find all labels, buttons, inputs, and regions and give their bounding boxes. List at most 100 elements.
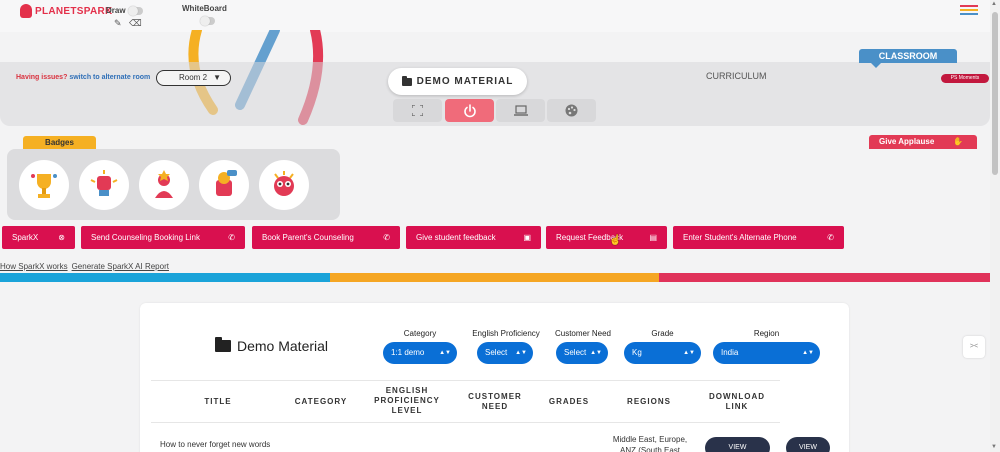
region-value: India	[721, 348, 739, 357]
document-icon: ▤	[649, 233, 657, 242]
send-counseling-label: Send Counseling Booking Link	[91, 233, 200, 242]
sparkx-label: SparkX	[12, 233, 39, 242]
table-top-border	[151, 380, 780, 381]
give-student-feedback-label: Give student feedback	[416, 233, 496, 242]
eraser-icon[interactable]: ⌫	[129, 18, 142, 29]
category-select[interactable]: 1:1 demo ▲▼	[383, 342, 457, 364]
curriculum-label[interactable]: CURRICULUM	[706, 71, 767, 81]
demo-material-title: Demo Material	[215, 337, 329, 354]
updown-icon: ▲▼	[590, 350, 602, 356]
table-header-border	[151, 422, 780, 423]
fist-badge[interactable]	[79, 160, 129, 210]
demo-material-label: DEMO MATERIAL	[416, 76, 514, 87]
lightbulb-icon	[216, 170, 237, 196]
folder-icon	[215, 337, 231, 352]
alternate-phone-button[interactable]: Enter Student's Alternate Phone ✆	[673, 226, 844, 249]
customer-need-select[interactable]: Select ▲▼	[556, 342, 608, 364]
grade-select[interactable]: Kg ▲▼	[624, 342, 701, 364]
column-title: TITLE	[204, 397, 232, 406]
clap-icon: ✋	[953, 137, 963, 146]
region-select[interactable]: India ▲▼	[713, 342, 820, 364]
grade-value: Kg	[632, 348, 642, 357]
view-button-2[interactable]: VIEW	[786, 437, 830, 452]
generate-report-link[interactable]: Generate SparkX AI Report	[72, 262, 169, 271]
view-button[interactable]: VIEW	[705, 437, 770, 452]
planetspark-logo[interactable]: PLANETSPARK	[20, 4, 113, 18]
scroll-thumb[interactable]	[992, 12, 998, 175]
view-button-label: VIEW	[728, 444, 747, 451]
classroom-tab[interactable]: CLASSROOM	[859, 49, 957, 68]
menu-line	[960, 9, 978, 11]
owl-badge[interactable]	[259, 160, 309, 210]
caret-down-icon: ▼	[213, 73, 221, 82]
pencil-icon[interactable]: ✎	[114, 18, 122, 29]
stripe-red	[659, 273, 990, 282]
power-icon	[463, 103, 476, 117]
logo-mark-icon	[20, 4, 32, 18]
customer-need-label: Customer Need	[554, 329, 612, 338]
issues-text: Having issues?	[16, 74, 68, 81]
whiteboard-toggle[interactable]	[200, 16, 215, 26]
how-sparkx-works-link[interactable]: How SparkX works	[0, 262, 68, 271]
customer-need-value: Select	[564, 348, 587, 357]
screen-share-button[interactable]	[496, 99, 545, 122]
scroll-up-icon[interactable]: ▲	[991, 1, 997, 7]
trophy-badge[interactable]	[19, 160, 69, 210]
row-title: How to never forget new words	[160, 440, 271, 449]
phone-icon: ✆	[228, 233, 235, 242]
category-value: 1:1 demo	[391, 348, 425, 357]
english-proficiency-select[interactable]: Select ▲▼	[477, 342, 533, 364]
book-parent-counseling-button[interactable]: Book Parent's Counseling ✆	[252, 226, 400, 249]
request-feedback-button[interactable]: Request Feedback ▤	[546, 226, 667, 249]
fullscreen-icon	[412, 105, 423, 116]
scroll-down-icon[interactable]: ▼	[991, 444, 997, 450]
demo-material-button[interactable]: DEMO MATERIAL	[388, 68, 527, 95]
page-scrollbar[interactable]: ▲ ▼	[990, 0, 1000, 452]
updown-icon: ▲▼	[515, 350, 527, 356]
column-grades: GRADES	[548, 397, 590, 406]
stripe-blue	[0, 273, 330, 282]
menu-line	[960, 5, 978, 7]
row-regions: Middle East, Europe, ANZ (South East	[612, 435, 688, 452]
theme-button[interactable]	[547, 99, 596, 122]
close-circle-icon: ⊗	[58, 233, 65, 242]
room-select[interactable]: Room 2 ▼	[156, 70, 231, 86]
draw-toggle[interactable]	[128, 6, 143, 16]
menu-line	[960, 13, 978, 15]
logo-text: PLANETSPARK	[35, 5, 113, 17]
menu-icon[interactable]	[960, 5, 978, 15]
issues-notice: Having issues? switch to alternate room	[16, 74, 150, 81]
stripe-orange	[330, 273, 659, 282]
region-label: Region	[753, 329, 780, 338]
send-counseling-link-button[interactable]: Send Counseling Booking Link ✆	[81, 226, 245, 249]
demo-material-card	[140, 303, 849, 452]
sparkx-links: How SparkX works Generate SparkX AI Repor…	[0, 262, 173, 271]
end-class-button[interactable]	[445, 99, 494, 122]
updown-icon: ▲▼	[802, 350, 814, 356]
give-student-feedback-button[interactable]: Give student feedback ▣	[406, 226, 541, 249]
feedback-icon: ▣	[523, 233, 531, 242]
draw-label: Draw	[106, 6, 126, 15]
sparkx-button[interactable]: SparkX ⊗	[2, 226, 75, 249]
badges-tab[interactable]: Badges	[23, 136, 96, 153]
view-button-2-label: VIEW	[799, 444, 817, 451]
ps-moments-button[interactable]: PS Moments	[941, 74, 989, 83]
collapse-side-icon[interactable]: ><	[963, 336, 985, 358]
fullscreen-button[interactable]	[393, 99, 442, 122]
palette-icon	[565, 104, 578, 117]
top-bar: PLANETSPARK Draw ✎ ⌫ WhiteBoard	[0, 0, 990, 32]
phone-icon: ✆	[827, 233, 834, 242]
demo-material-heading: Demo Material	[237, 338, 329, 354]
english-proficiency-value: Select	[485, 348, 508, 357]
column-customer-need: CUSTOMER NEED	[468, 392, 522, 411]
lightbulb-badge[interactable]	[199, 160, 249, 210]
phone-icon: ✆	[383, 233, 390, 242]
trophy-icon	[31, 174, 57, 198]
updown-icon: ▲▼	[683, 350, 695, 356]
give-applause-button[interactable]: Give Applause ✋	[869, 135, 977, 149]
column-english-proficiency: ENGLISH PROFICIENCY LEVEL	[374, 386, 440, 415]
book-parent-counseling-label: Book Parent's Counseling	[262, 233, 354, 242]
switch-room-link[interactable]: switch to alternate room	[69, 74, 150, 81]
star-badge[interactable]	[139, 160, 189, 210]
column-category: CATEGORY	[294, 397, 348, 406]
